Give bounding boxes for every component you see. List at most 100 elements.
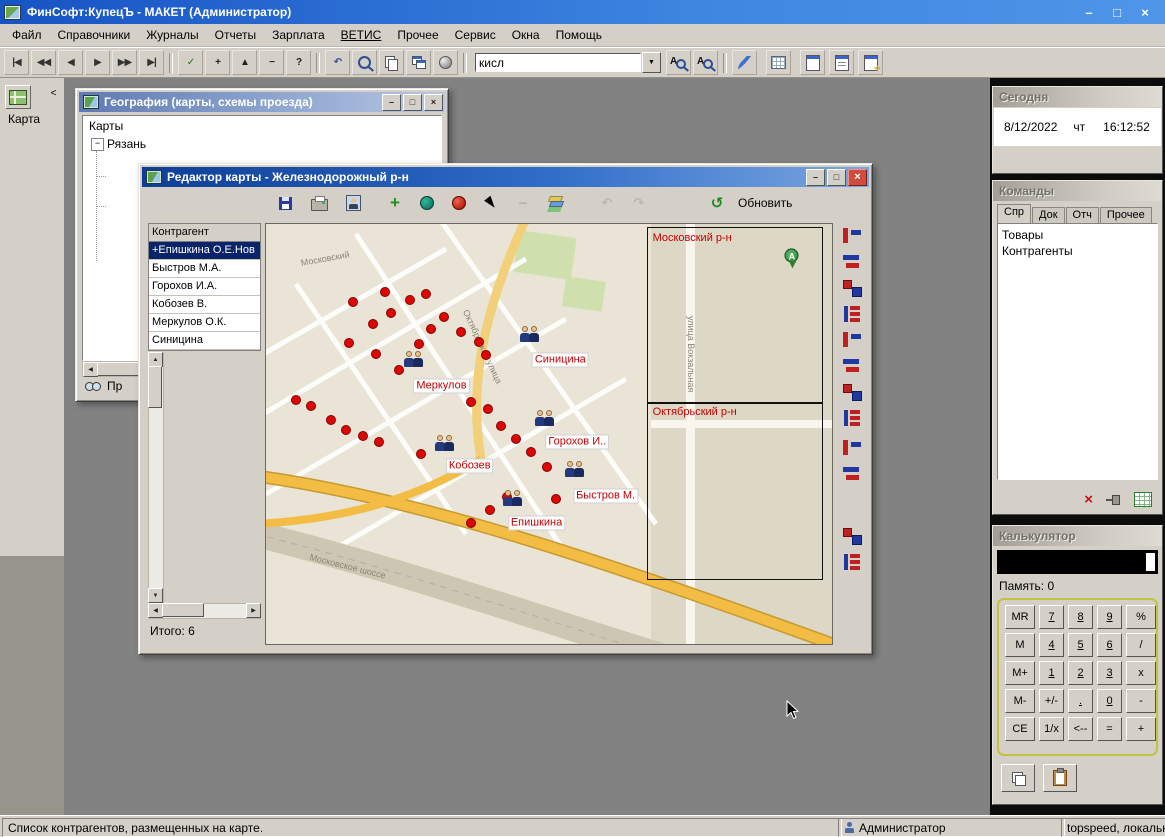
calc-button-3-3[interactable]: 0 xyxy=(1097,689,1122,713)
map-tool-1[interactable] xyxy=(841,226,863,246)
calc-button-2-1[interactable]: 1 xyxy=(1039,661,1064,685)
calc-paste-button[interactable] xyxy=(1043,764,1077,792)
commands-tab-3[interactable]: Отч xyxy=(1066,207,1099,223)
pin-icon[interactable] xyxy=(1106,495,1121,505)
map-point[interactable] xyxy=(421,289,431,299)
map-point[interactable] xyxy=(416,449,426,459)
menu-item-4[interactable]: Отчеты xyxy=(207,26,264,44)
map-tool-7[interactable] xyxy=(841,382,863,402)
map-point[interactable] xyxy=(405,295,415,305)
calc-button-4-2[interactable]: <-- xyxy=(1068,717,1093,741)
map-point[interactable] xyxy=(326,415,336,425)
map-tool-10[interactable] xyxy=(841,464,863,484)
map-panel-button[interactable] xyxy=(5,85,31,109)
app-minimize-button[interactable]: – xyxy=(1075,2,1103,22)
tree-node-ryazan[interactable]: Рязань xyxy=(107,137,146,151)
contractor-marker[interactable] xyxy=(503,486,527,506)
menu-item-7[interactable]: Прочее xyxy=(389,26,446,44)
scroll-thumb[interactable] xyxy=(148,366,162,408)
calc-button-0-1[interactable]: 7 xyxy=(1039,605,1064,629)
map-point[interactable] xyxy=(466,518,476,528)
map-tool-2[interactable] xyxy=(841,252,863,272)
map-point[interactable] xyxy=(485,505,495,515)
menu-item-2[interactable]: Справочники xyxy=(50,26,139,44)
scroll-left-button[interactable] xyxy=(148,603,163,618)
calc-button-4-4[interactable]: + xyxy=(1126,717,1156,741)
commands-tab-2[interactable]: Док xyxy=(1032,207,1065,223)
nav-prev-button[interactable]: ◀ xyxy=(58,50,83,75)
calc-button-4-1[interactable]: 1/x xyxy=(1039,717,1064,741)
contractor-vscrollbar[interactable] xyxy=(148,352,164,603)
map-tool-9[interactable] xyxy=(841,438,863,458)
map-point[interactable] xyxy=(551,494,561,504)
contractor-photo-button[interactable] xyxy=(339,190,367,216)
geo-minimize-button[interactable]: – xyxy=(382,94,401,111)
calc-button-0-0[interactable]: MR xyxy=(1005,605,1035,629)
add-marker-button[interactable]: + xyxy=(381,190,409,216)
contractor-marker[interactable] xyxy=(435,431,459,451)
grid-export-button[interactable] xyxy=(766,50,791,75)
contractor-row-2[interactable]: Быстров М.А. xyxy=(149,260,260,278)
scroll-down-button[interactable] xyxy=(148,588,163,603)
calc-button-3-4[interactable]: - xyxy=(1126,689,1156,713)
collapse-left-dock-button[interactable]: < xyxy=(47,85,60,101)
edit-button[interactable]: ▲ xyxy=(232,50,257,75)
map-point[interactable] xyxy=(306,401,316,411)
geography-window-titlebar[interactable]: География (карты, схемы проезда) – □ × xyxy=(79,92,445,112)
menu-item-8[interactable]: Сервис xyxy=(447,26,504,44)
map-point[interactable] xyxy=(368,319,378,329)
contractor-marker[interactable] xyxy=(404,347,428,367)
map-point[interactable] xyxy=(374,437,384,447)
map-point[interactable] xyxy=(526,447,536,457)
contractor-marker[interactable] xyxy=(520,322,544,342)
editor-restore-button[interactable]: □ xyxy=(827,169,846,186)
command-item-1[interactable]: Товары xyxy=(1002,227,1153,243)
cascade-windows-button[interactable] xyxy=(406,50,431,75)
refresh-button[interactable]: ↺ xyxy=(703,190,731,216)
scroll-up-button[interactable] xyxy=(148,352,163,367)
nav-last-button[interactable]: ▶| xyxy=(139,50,164,75)
calc-button-2-0[interactable]: M+ xyxy=(1005,661,1035,685)
report-list-button[interactable] xyxy=(829,50,854,75)
undo-button[interactable]: ↶ xyxy=(325,50,350,75)
redo-button[interactable]: ↷ xyxy=(625,190,653,216)
map-point[interactable] xyxy=(511,434,521,444)
map-tool-3[interactable] xyxy=(841,278,863,298)
contractor-hscrollbar[interactable] xyxy=(148,603,261,619)
map-point[interactable] xyxy=(542,462,552,472)
calc-copy-button[interactable] xyxy=(1001,764,1035,792)
remove-button[interactable]: − xyxy=(259,50,284,75)
map-point[interactable] xyxy=(380,287,390,297)
map-point[interactable] xyxy=(456,327,466,337)
map-point[interactable] xyxy=(474,337,484,347)
contractor-row-6[interactable]: Синицина xyxy=(149,332,260,350)
map-point[interactable] xyxy=(394,365,404,375)
search-input[interactable] xyxy=(475,53,641,72)
nav-fast-next-button[interactable]: ▶▶ xyxy=(112,50,137,75)
undo-button[interactable]: ↶ xyxy=(593,190,621,216)
contractor-row-1[interactable]: +Епишкина О.Е.Нов xyxy=(149,242,260,260)
calc-button-1-2[interactable]: 5 xyxy=(1068,633,1093,657)
commands-tab-4[interactable]: Прочее xyxy=(1100,207,1152,223)
quill-button[interactable] xyxy=(732,50,757,75)
editor-minimize-button[interactable]: – xyxy=(806,169,825,186)
command-item-2[interactable]: Контрагенты xyxy=(1002,243,1153,259)
editor-window-titlebar[interactable]: Редактор карты - Железнодорожный р-н – □… xyxy=(142,167,869,187)
contractor-row-3[interactable]: Горохов И.А. xyxy=(149,278,260,296)
calc-button-1-0[interactable]: M xyxy=(1005,633,1035,657)
contractor-row-4[interactable]: Кобозев В. xyxy=(149,296,260,314)
save-button[interactable] xyxy=(271,190,299,216)
map-point[interactable] xyxy=(348,297,358,307)
scroll-left-button[interactable] xyxy=(83,362,98,377)
app-titlebar[interactable]: ФинСофт:КупецЪ - МАКЕТ (Администратор) –… xyxy=(0,0,1165,24)
menu-item-6[interactable]: ВЕТИС xyxy=(333,26,390,44)
menu-item-1[interactable]: Файл xyxy=(4,26,50,44)
calc-button-0-2[interactable]: 8 xyxy=(1068,605,1093,629)
accept-button[interactable]: ✓ xyxy=(178,50,203,75)
calc-button-3-1[interactable]: +/- xyxy=(1039,689,1064,713)
geo-restore-button[interactable]: □ xyxy=(403,94,422,111)
table-icon[interactable] xyxy=(1134,492,1152,507)
tree-expand-button[interactable]: − xyxy=(91,138,104,151)
map-point[interactable] xyxy=(358,431,368,441)
calc-button-1-1[interactable]: 4 xyxy=(1039,633,1064,657)
